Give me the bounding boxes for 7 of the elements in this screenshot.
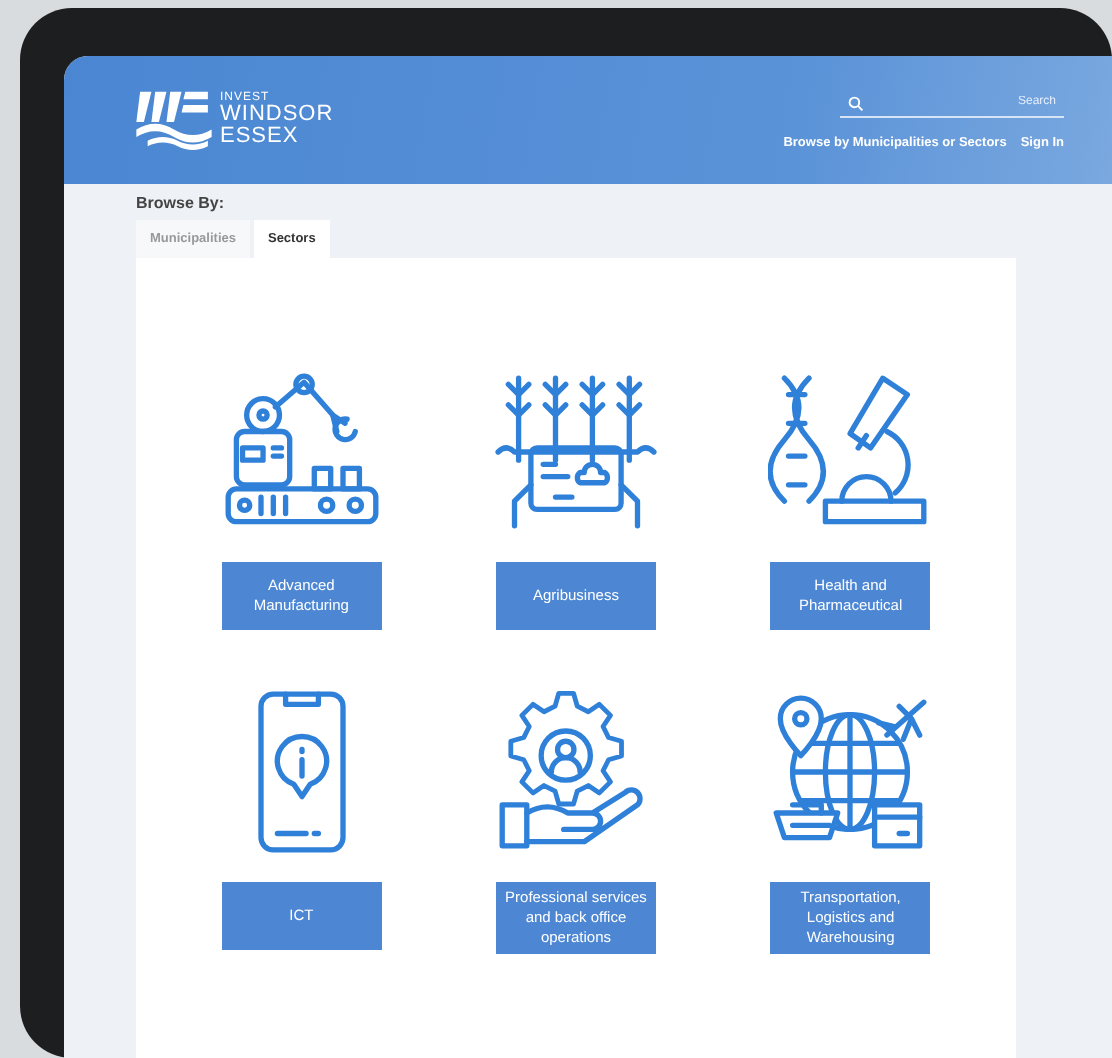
logo-text: WINDSOR (220, 104, 334, 126)
browse-heading: Browse By: (136, 194, 227, 212)
logo-text: ESSEX (220, 126, 301, 148)
globe-logistics-icon[interactable] (768, 690, 933, 854)
search-icon (848, 96, 864, 112)
crops-tablet-icon[interactable] (493, 370, 658, 534)
logo-icon (136, 88, 212, 152)
